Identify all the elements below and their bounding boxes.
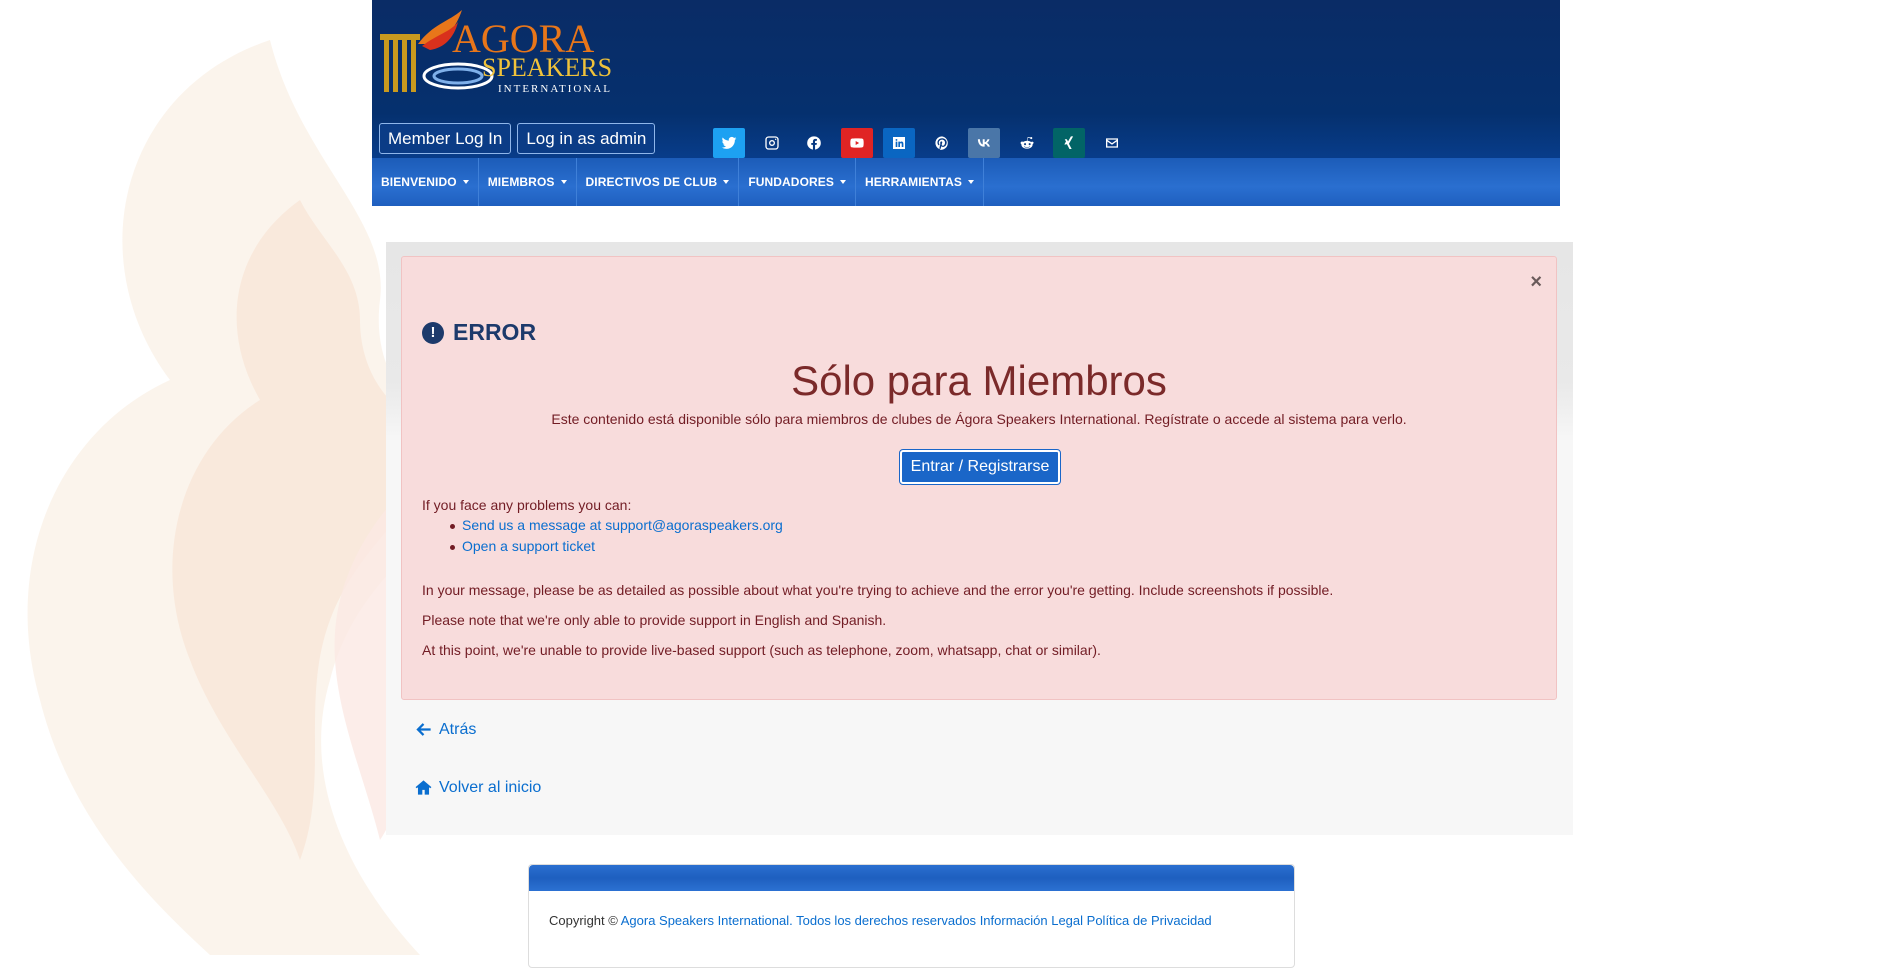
help-intro: If you face any problems you can: xyxy=(422,497,632,513)
twitter-icon[interactable] xyxy=(713,128,745,158)
svg-text:SPEAKERS: SPEAKERS xyxy=(482,53,612,82)
pinterest-icon[interactable] xyxy=(926,128,958,158)
login-register-button[interactable]: Entrar / Registrarse xyxy=(899,449,1061,485)
footer-legal-link[interactable]: Información Legal xyxy=(980,913,1083,928)
footer-copyright: Copyright © Agora Speakers International… xyxy=(549,913,1212,928)
linkedin-icon[interactable] xyxy=(883,128,915,158)
member-login-button[interactable]: Member Log In xyxy=(379,123,512,154)
nav-herramientas[interactable]: HERRAMIENTAS xyxy=(856,158,984,206)
nav-directivos-de-club[interactable]: DIRECTIVOS DE CLUB xyxy=(577,158,740,206)
site-header: AGORA SPEAKERS INTERNATIONAL Member Log … xyxy=(372,0,1560,206)
home-link[interactable]: Volver al inicio xyxy=(414,778,541,797)
reddit-icon[interactable] xyxy=(1011,128,1043,158)
email-icon[interactable] xyxy=(1096,128,1128,158)
list-item: Open a support ticket xyxy=(442,538,783,554)
support-ticket-link[interactable]: Open a support ticket xyxy=(462,538,595,554)
error-alert: × ! ERROR Sólo para Miembros Este conten… xyxy=(401,256,1557,700)
facebook-icon[interactable] xyxy=(798,128,830,158)
chevron-down-icon xyxy=(967,180,974,184)
main-navigation: BIENVENIDO MIEMBROS DIRECTIVOS DE CLUB F… xyxy=(372,158,1560,206)
arrow-left-icon xyxy=(416,723,431,736)
copyright-label: Copyright © xyxy=(549,913,618,928)
nav-bienvenido[interactable]: BIENVENIDO xyxy=(372,158,479,206)
error-label: ERROR xyxy=(453,319,537,345)
nav-fundadores[interactable]: FUNDADORES xyxy=(739,158,856,206)
svg-text:INTERNATIONAL: INTERNATIONAL xyxy=(498,83,612,95)
support-email-link[interactable]: Send us a message at support@agoraspeake… xyxy=(462,517,783,533)
page-title: Sólo para Miembros xyxy=(791,357,1167,404)
admin-login-button[interactable]: Log in as admin xyxy=(517,123,656,154)
footer-bar xyxy=(529,865,1294,891)
home-icon xyxy=(415,780,432,795)
help-paragraph-languages: Please note that we're only able to prov… xyxy=(422,612,887,628)
error-heading: ! ERROR xyxy=(422,319,536,346)
home-link-label: Volver al inicio xyxy=(439,778,542,796)
social-links xyxy=(713,128,1138,158)
close-icon[interactable]: × xyxy=(1530,271,1542,294)
instagram-icon[interactable] xyxy=(756,128,788,158)
help-list: Send us a message at support@agoraspeake… xyxy=(422,517,783,554)
help-paragraph-live-support: At this point, we're unable to provide l… xyxy=(422,642,1101,658)
agora-speakers-logo[interactable]: AGORA SPEAKERS INTERNATIONAL xyxy=(378,4,628,100)
back-link-label: Atrás xyxy=(439,720,477,738)
xing-icon[interactable] xyxy=(1053,128,1085,158)
help-section: If you face any problems you can: Send u… xyxy=(422,497,783,559)
list-item: Send us a message at support@agoraspeake… xyxy=(442,517,783,533)
vk-icon[interactable] xyxy=(968,128,1000,158)
chevron-down-icon xyxy=(723,180,730,184)
nav-miembros[interactable]: MIEMBROS xyxy=(479,158,577,206)
chevron-down-icon xyxy=(839,180,846,184)
chevron-down-icon xyxy=(560,180,567,184)
youtube-icon[interactable] xyxy=(840,128,873,158)
help-paragraph-details: In your message, please be as detailed a… xyxy=(422,582,1334,598)
footer-rights-link[interactable]: Todos los derechos reservados xyxy=(796,913,976,928)
error-description: Este contenido está disponible sólo para… xyxy=(551,411,1407,427)
chevron-down-icon xyxy=(462,180,469,184)
footer-org-link[interactable]: Agora Speakers International. xyxy=(621,913,793,928)
back-link[interactable]: Atrás xyxy=(414,720,476,739)
exclamation-circle-icon: ! xyxy=(422,321,444,344)
site-footer: Copyright © Agora Speakers International… xyxy=(528,864,1295,968)
content-panel: × ! ERROR Sólo para Miembros Este conten… xyxy=(386,242,1573,835)
footer-privacy-link[interactable]: Política de Privacidad xyxy=(1087,913,1212,928)
